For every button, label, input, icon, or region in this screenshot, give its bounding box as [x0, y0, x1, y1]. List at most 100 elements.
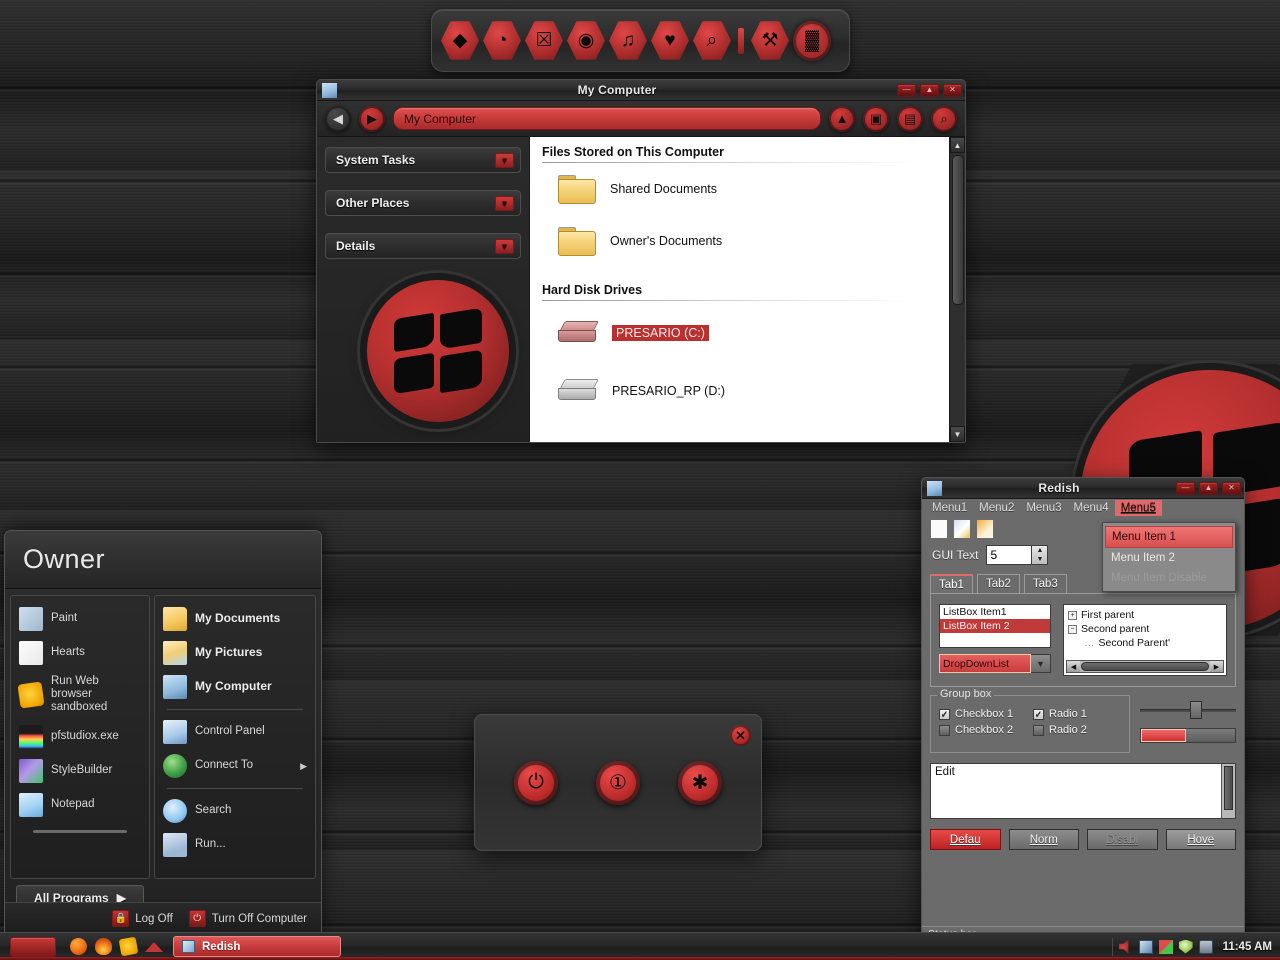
scroll-left-icon[interactable]: ◀ — [1067, 661, 1080, 672]
close-icon[interactable]: ✕ — [730, 725, 751, 746]
radio-unchecked-icon[interactable] — [1033, 724, 1044, 736]
checkbox-checked-icon[interactable]: ✓ — [939, 708, 950, 720]
turn-off-computer-button[interactable]: ⏻ Turn Off Computer — [188, 910, 307, 927]
menu5-dropdown[interactable]: Menu Item 1 Menu Item 2 Menu Item Disabl… — [1102, 522, 1236, 592]
log-off-button[interactable]: 🔒 Log Off — [112, 910, 173, 927]
scroll-right-icon[interactable]: ▶ — [1210, 661, 1223, 672]
edit-scrollbar[interactable] — [1221, 764, 1235, 818]
start-menu-item-my-computer[interactable]: My Computer — [159, 670, 311, 704]
triangle-icon[interactable] — [145, 941, 163, 952]
tree-node-second-parent[interactable]: − Second parent — [1068, 622, 1222, 636]
taskbar[interactable]: Redish 11:45 AM — [0, 932, 1280, 960]
expander-plus-icon[interactable]: + — [1068, 610, 1077, 620]
start-button[interactable] — [10, 936, 56, 957]
chevron-down-icon[interactable]: ▼ — [1031, 654, 1051, 673]
new-document-icon[interactable] — [930, 519, 948, 539]
network-icon[interactable] — [1138, 939, 1153, 954]
redish-menubar[interactable]: Menu1 Menu2 Menu3 Menu4 Menu5 — [922, 499, 1244, 517]
default-button[interactable]: Defau — [930, 829, 1001, 850]
dock-item-media-player-icon[interactable]: ◉ — [566, 19, 606, 63]
tab-tab2[interactable]: Tab2 — [976, 574, 1020, 593]
maximize-button[interactable]: ▲ — [1199, 481, 1218, 495]
redish-titlebar[interactable]: Redish — ▲ ✕ — [922, 478, 1244, 499]
open-folder-icon[interactable] — [976, 519, 994, 539]
radio-2[interactable]: Radio 2 — [1033, 724, 1121, 736]
stepper-arrows[interactable]: ▲ ▼ — [1031, 546, 1048, 564]
dropdown-list[interactable]: DropDownList ▼ — [939, 654, 1051, 673]
dock-item-whale-icon[interactable]: ◆ — [440, 19, 480, 63]
tree-node-first-parent[interactable]: + First parent — [1068, 608, 1222, 622]
close-button[interactable]: ✕ — [1222, 481, 1241, 495]
system-tray[interactable]: 11:45 AM — [1111, 936, 1280, 958]
start-menu-item-paint[interactable]: Paint — [15, 602, 145, 636]
forward-button[interactable]: ▶ — [359, 105, 385, 132]
listbox[interactable]: ListBox Item1 ListBox Item 2 — [939, 604, 1051, 648]
start-menu-item-run[interactable]: Run... — [159, 828, 311, 862]
back-button[interactable]: ◀ — [325, 105, 351, 132]
gui-text-input[interactable] — [987, 546, 1032, 564]
dock-item-music-icon[interactable]: ♫ — [608, 19, 648, 63]
my-computer-window[interactable]: My Computer — ▲ ✕ ◀ ▶ My Computer ▲ ▣ ▤ … — [316, 79, 966, 443]
start-menu-item-control-panel[interactable]: Control Panel — [159, 715, 311, 749]
menu-item-menu5[interactable]: Menu5 — [1114, 500, 1162, 516]
checkbox-unchecked-icon[interactable] — [939, 724, 950, 736]
trackbar-slider[interactable] — [1140, 701, 1236, 719]
scrollbar-thumb[interactable] — [952, 155, 964, 305]
scrollbar-thumb[interactable] — [1224, 766, 1233, 810]
scroll-down-icon[interactable]: ▼ — [950, 426, 965, 442]
vertical-scrollbar[interactable]: ▲ ▼ — [949, 137, 965, 442]
table-row[interactable]: PRESARIO_RP (D:) — [530, 357, 965, 415]
windows-update-icon[interactable] — [1158, 939, 1173, 954]
address-bar[interactable]: My Computer — [393, 107, 821, 130]
start-menu-item-connect-to[interactable]: Connect To ▶ — [159, 749, 311, 783]
tree-view[interactable]: + First parent − Second parent … Second … — [1063, 604, 1227, 676]
quick-launch-bar[interactable] — [70, 936, 163, 957]
desktop-dock[interactable]: ◆ ◔ ☒ ◉ ♫ ♥ ⌕ ⚒ ▓ — [431, 9, 850, 72]
sidebar-panel-details[interactable]: Details ▼ — [325, 233, 521, 259]
menu-item-menu2[interactable]: Menu2 — [973, 500, 1020, 516]
sandbox-icon[interactable] — [118, 936, 139, 957]
volume-icon[interactable] — [1118, 939, 1129, 954]
list-item[interactable]: ListBox Item1 — [940, 605, 1050, 619]
firefox-icon[interactable] — [70, 938, 87, 955]
horizontal-scrollbar[interactable]: ◀ ▶ — [1066, 660, 1224, 673]
start-menu-places-column[interactable]: My Documents My Pictures My Computer Con… — [154, 595, 316, 879]
hover-button[interactable]: Hove — [1165, 829, 1236, 850]
sidebar-panel-other-places[interactable]: Other Places ▼ — [325, 190, 521, 216]
taskbar-button-redish[interactable]: Redish — [173, 936, 341, 957]
clock[interactable]: 11:45 AM — [1219, 941, 1272, 953]
views-button[interactable]: ⌕ — [931, 105, 957, 132]
dock-item-search-icon[interactable]: ⌕ — [692, 19, 732, 63]
minimize-button[interactable]: — — [1176, 481, 1195, 495]
tree-node-child[interactable]: … Second Parent' — [1068, 636, 1222, 650]
start-menu-programs-column[interactable]: Paint Hearts Run Web browser sandboxed p… — [10, 595, 150, 910]
security-shield-icon[interactable] — [1178, 939, 1193, 954]
start-menu-item-search[interactable]: Search — [159, 794, 311, 828]
dock-item-heart-icon[interactable]: ♥ — [650, 19, 690, 63]
flame-icon[interactable] — [95, 938, 112, 955]
my-computer-sidebar[interactable]: System Tasks ▼ Other Places ▼ Details ▼ — [317, 137, 529, 442]
my-computer-file-list[interactable]: Files Stored on This Computer Shared Doc… — [529, 137, 965, 442]
tab-tab3[interactable]: Tab3 — [1023, 574, 1067, 593]
up-button[interactable]: ▲ — [829, 105, 855, 132]
stepper-down-icon[interactable]: ▼ — [1037, 556, 1044, 563]
table-row[interactable]: PRESARIO (C:) — [530, 301, 965, 357]
chevron-down-icon[interactable]: ▼ — [495, 152, 514, 168]
normal-button[interactable]: Norm — [1008, 829, 1079, 850]
menu-item-menu3[interactable]: Menu3 — [1020, 500, 1067, 516]
start-menu-item-notepad[interactable]: Notepad — [15, 788, 145, 822]
display-icon[interactable] — [1198, 939, 1213, 954]
expander-minus-icon[interactable]: − — [1068, 624, 1077, 634]
dock-item-firefox-icon[interactable]: ◔ — [482, 19, 522, 63]
start-menu-item-run-web-browser-sandboxed[interactable]: Run Web browser sandboxed — [15, 670, 145, 720]
menu-item-menu4[interactable]: Menu4 — [1068, 500, 1115, 516]
radio-checked-icon[interactable]: ✓ — [1033, 708, 1044, 720]
sidebar-panel-system-tasks[interactable]: System Tasks ▼ — [325, 147, 521, 173]
my-computer-titlebar[interactable]: My Computer — ▲ ✕ — [317, 80, 965, 101]
dock-item-tools-icon[interactable]: ⚒ — [750, 19, 790, 63]
start-menu-item-my-documents[interactable]: My Documents — [159, 602, 311, 636]
menu-item-menu1[interactable]: Menu1 — [926, 500, 973, 516]
slider-knob[interactable] — [1189, 701, 1202, 719]
scrollbar-thumb[interactable] — [1081, 662, 1209, 671]
chevron-down-icon[interactable]: ▼ — [495, 195, 514, 211]
